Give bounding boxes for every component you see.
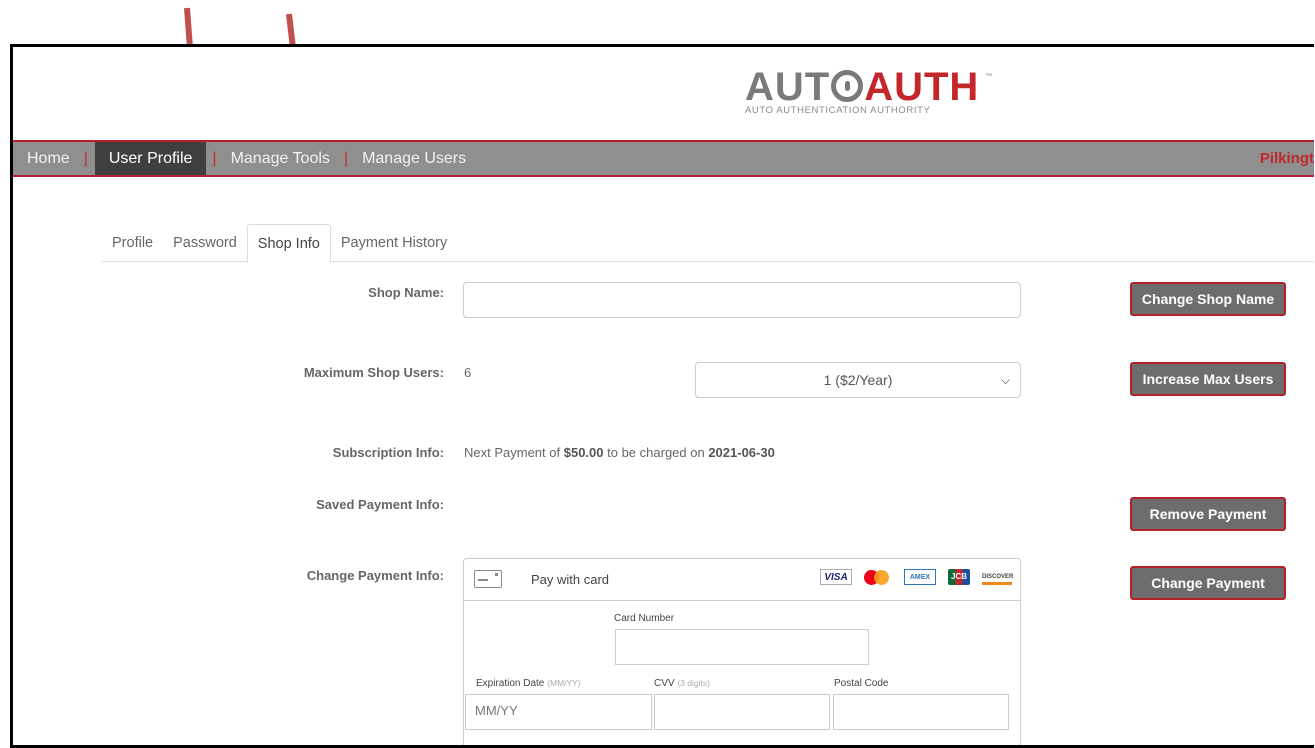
nav-user-name[interactable]: Pilkingt xyxy=(1260,142,1314,175)
jcb-logo-icon: JCB xyxy=(948,569,970,585)
max-users-select[interactable]: 1 ($2/Year) ⌵ xyxy=(695,362,1021,398)
card-form-header: Pay with card VISA AMEX JCB DISCOVER xyxy=(464,559,1020,601)
increase-max-users-button[interactable]: Increase Max Users xyxy=(1130,362,1286,396)
card-payment-form: Pay with card VISA AMEX JCB DISCOVER Car… xyxy=(463,558,1021,745)
expiration-label: Expiration Date (MM/YY) xyxy=(476,678,581,689)
tab-password[interactable]: Password xyxy=(163,224,247,261)
nav-manage-tools[interactable]: Manage Tools xyxy=(217,142,344,175)
subscription-info: Next Payment of $50.00 to be charged on … xyxy=(464,445,775,460)
change-payment-button[interactable]: Change Payment xyxy=(1130,566,1286,600)
nav-separator: | xyxy=(83,149,88,167)
shop-name-input[interactable] xyxy=(463,282,1021,318)
nav-manage-users[interactable]: Manage Users xyxy=(348,142,480,175)
remove-payment-button[interactable]: Remove Payment xyxy=(1130,497,1286,531)
credit-card-icon xyxy=(474,570,502,588)
autoauth-logo: AUT AUTH ™ AUTO AUTHENTICATION AUTHORITY xyxy=(745,67,1005,122)
card-brands: VISA AMEX JCB DISCOVER xyxy=(820,569,1013,585)
nav-home[interactable]: Home xyxy=(13,142,84,175)
pay-with-card-label: Pay with card xyxy=(531,572,610,587)
max-users-label: Maximum Shop Users: xyxy=(303,365,444,380)
app-window: AUT AUTH ™ AUTO AUTHENTICATION AUTHORITY … xyxy=(10,44,1314,748)
profile-tabs: Profile Password Shop Info Payment Histo… xyxy=(102,224,1314,263)
saved-payment-label: Saved Payment Info: xyxy=(316,497,444,512)
tab-payment-history[interactable]: Payment History xyxy=(331,224,457,261)
cvv-input[interactable] xyxy=(654,694,830,730)
chevron-down-icon: ⌵ xyxy=(1000,373,1010,387)
main-nav: Home | User Profile | Manage Tools | Man… xyxy=(13,140,1314,177)
visa-logo-icon: VISA xyxy=(820,569,852,585)
expiration-input[interactable]: MM/YY xyxy=(465,694,652,730)
shop-name-label: Shop Name: xyxy=(368,285,444,300)
card-number-input[interactable] xyxy=(615,629,869,665)
amex-logo-icon: AMEX xyxy=(904,569,936,585)
card-number-label: Card Number xyxy=(614,613,675,624)
discover-logo-icon: DISCOVER xyxy=(982,569,1013,585)
nav-user-profile[interactable]: User Profile xyxy=(94,142,207,175)
keyhole-lock-icon xyxy=(831,70,864,102)
change-payment-label: Change Payment Info: xyxy=(306,568,444,583)
mastercard-logo-icon xyxy=(864,569,892,585)
subscription-label: Subscription Info: xyxy=(332,445,444,460)
max-users-value: 6 xyxy=(464,365,472,380)
tab-shop-info[interactable]: Shop Info xyxy=(246,224,331,263)
change-shop-name-button[interactable]: Change Shop Name xyxy=(1130,282,1286,316)
tab-profile[interactable]: Profile xyxy=(102,224,163,261)
postal-code-label: Postal Code xyxy=(834,678,889,689)
cvv-label: CVV (3 digits) xyxy=(654,678,710,689)
postal-code-input[interactable] xyxy=(833,694,1009,730)
